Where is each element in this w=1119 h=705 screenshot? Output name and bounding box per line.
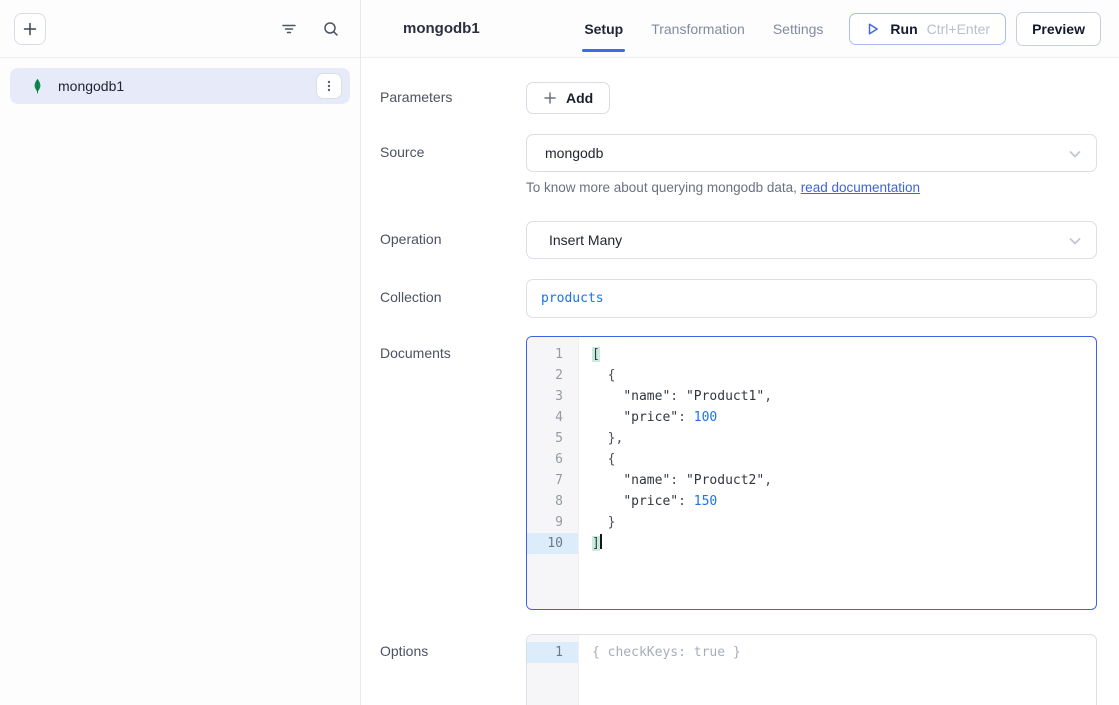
- chevron-down-icon: [1067, 233, 1083, 249]
- mongodb-leaf-icon: [30, 78, 45, 95]
- documents-label: Documents: [380, 336, 526, 610]
- options-gutter: 1: [527, 635, 579, 705]
- collection-label: Collection: [380, 279, 526, 318]
- line-number: 1: [527, 642, 578, 663]
- line-number: 10: [527, 533, 578, 554]
- query-item-menu-button[interactable]: [316, 73, 342, 99]
- line-number: 4: [527, 407, 578, 428]
- documents-code[interactable]: [ { "name": "Product1", "price": 100 }, …: [579, 337, 1096, 609]
- code-line: {: [592, 365, 1096, 386]
- plus-icon: [22, 21, 38, 37]
- query-title: mongodb1: [403, 20, 480, 37]
- parameters-label: Parameters: [380, 82, 526, 114]
- add-query-button[interactable]: [14, 13, 46, 45]
- main-panel: mongodb1 SetupTransformationSettings Run…: [361, 0, 1119, 705]
- collection-value: products: [541, 291, 604, 306]
- documents-gutter: 12345678910: [527, 337, 579, 609]
- code-line: },: [592, 428, 1096, 449]
- line-number: 6: [527, 449, 578, 470]
- line-number: 3: [527, 386, 578, 407]
- line-number: 5: [527, 428, 578, 449]
- options-label: Options: [380, 634, 526, 705]
- tabs: Setup Transformation Settings: [584, 0, 823, 57]
- run-shortcut: Ctrl+Enter: [927, 21, 990, 37]
- search-icon[interactable]: [322, 20, 340, 38]
- sidebar-toolbar: [0, 0, 360, 58]
- query-item-mongodb1[interactable]: mongodb1: [10, 68, 350, 104]
- kebab-icon: [322, 79, 336, 93]
- line-number: 1: [527, 344, 578, 365]
- setup-form: Parameters Add Source mongodb: [361, 58, 1119, 705]
- code-line: ]: [592, 533, 1096, 554]
- header-buttons: Run Ctrl+Enter Preview: [849, 12, 1101, 46]
- options-code[interactable]: { checkKeys: true }: [579, 635, 1096, 705]
- add-parameter-button[interactable]: Add: [526, 82, 610, 114]
- tab-setup[interactable]: Setup: [584, 0, 623, 57]
- plus-icon: [543, 91, 557, 105]
- code-line: "name": "Product2",: [592, 470, 1096, 491]
- options-editor[interactable]: 1 { checkKeys: true }: [526, 634, 1097, 705]
- code-line: "price": 150: [592, 491, 1096, 512]
- line-number: 9: [527, 512, 578, 533]
- source-select-value: mongodb: [545, 145, 603, 161]
- run-button[interactable]: Run Ctrl+Enter: [849, 13, 1006, 45]
- tab-transformation[interactable]: Transformation: [651, 0, 745, 57]
- operation-select[interactable]: Insert Many: [526, 221, 1097, 259]
- filter-icon[interactable]: [280, 20, 298, 38]
- source-select[interactable]: mongodb: [526, 134, 1097, 172]
- preview-button[interactable]: Preview: [1016, 12, 1101, 46]
- query-sidebar: mongodb1: [0, 0, 361, 705]
- line-number: 2: [527, 365, 578, 386]
- play-icon: [865, 21, 881, 37]
- operation-select-value: Insert Many: [549, 232, 622, 248]
- documents-editor[interactable]: 12345678910 [ { "name": "Product1", "pri…: [526, 336, 1097, 610]
- code-line: "price": 100: [592, 407, 1096, 428]
- line-number: 7: [527, 470, 578, 491]
- code-line: [: [592, 344, 1096, 365]
- collection-input[interactable]: products: [526, 279, 1097, 318]
- code-line: "name": "Product1",: [592, 386, 1096, 407]
- source-helper-text: To know more about querying mongodb data…: [526, 180, 1097, 195]
- tab-settings[interactable]: Settings: [773, 0, 824, 57]
- code-line: {: [592, 449, 1096, 470]
- line-number: 8: [527, 491, 578, 512]
- options-placeholder: { checkKeys: true }: [592, 642, 1096, 663]
- query-list: mongodb1: [0, 58, 360, 114]
- operation-label: Operation: [380, 221, 526, 259]
- query-header: mongodb1 Setup Transformation Settings Run…: [361, 0, 1119, 58]
- read-documentation-link[interactable]: read documentation: [801, 180, 920, 195]
- text-cursor: [600, 534, 602, 549]
- add-parameter-label: Add: [566, 90, 593, 106]
- code-line: }: [592, 512, 1096, 533]
- chevron-down-icon: [1067, 146, 1083, 162]
- query-item-label: mongodb1: [58, 78, 124, 94]
- source-label: Source: [380, 134, 526, 195]
- run-label: Run: [890, 21, 917, 37]
